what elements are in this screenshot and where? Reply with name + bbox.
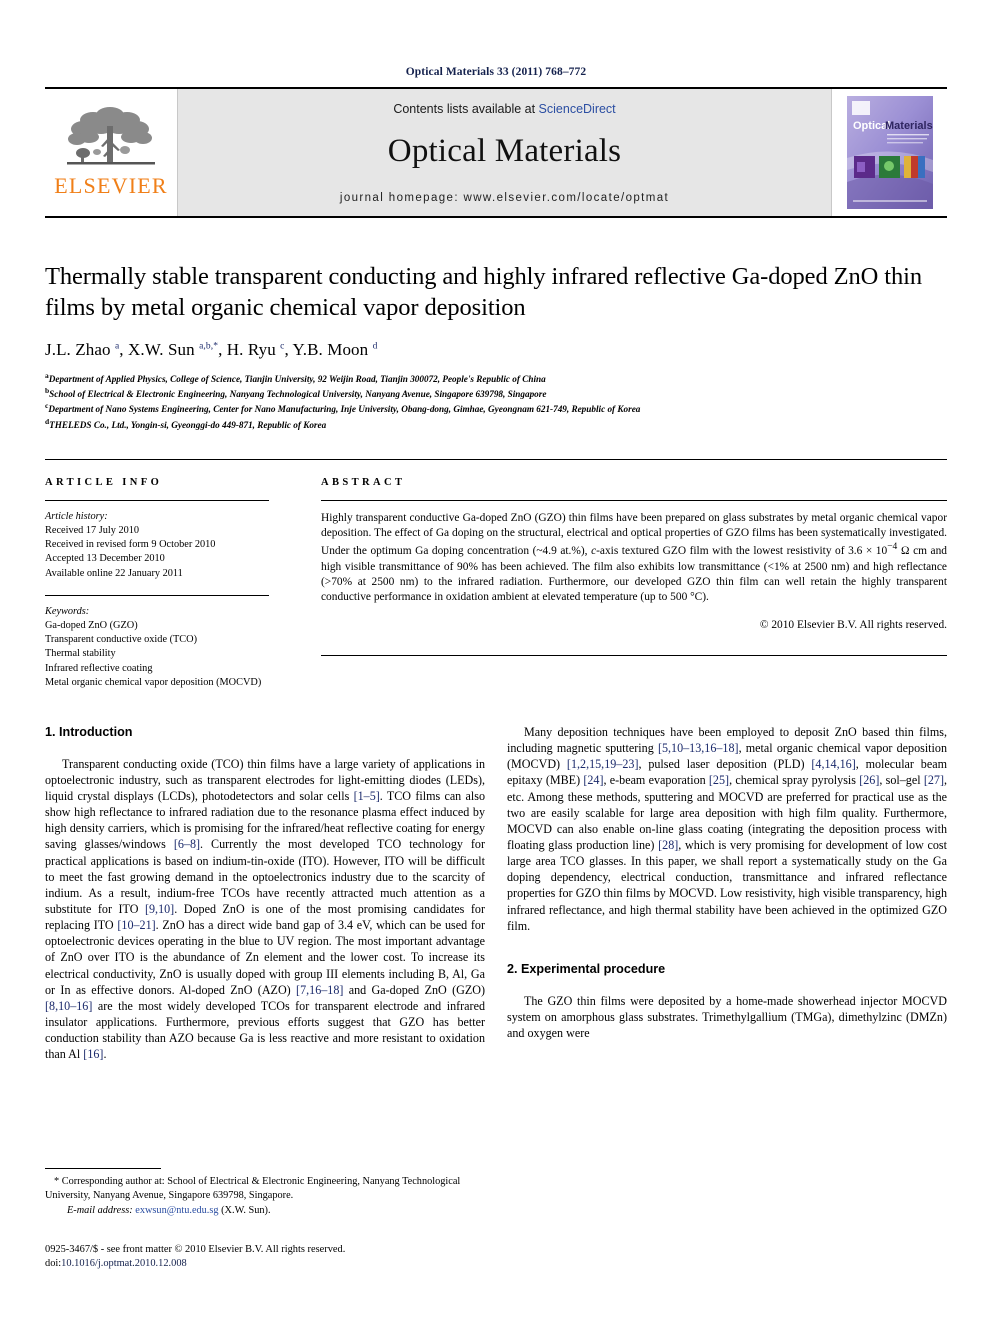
journal-title: Optical Materials [387,132,622,169]
corresponding-author-footnote: * Corresponding author at: School of Ele… [45,1168,485,1217]
affiliation-text: THELEDS Co., Ltd., Yongin-si, Gyeonggi-d… [49,419,327,430]
running-head: Optical Materials 33 (2011) 768–772 [405,66,587,78]
abstract-bottom-rule [321,655,947,657]
journal-homepage-link[interactable]: journal homepage: www.elsevier.com/locat… [340,192,669,204]
article-info-column: ARTICLE INFO Article history: Received 1… [45,460,294,690]
email-link[interactable]: exwsun@ntu.edu.sg [135,1205,218,1216]
keyword-item: Infrared reflective coating [45,662,153,674]
section-heading-introduction: 1. Introduction [45,724,133,739]
page-title: Thermally stable transparent conducting … [45,263,922,322]
article-info-heading: ARTICLE INFO [45,476,163,488]
article-info-rule [45,499,269,501]
info-abstract-region: ARTICLE INFO Article history: Received 1… [45,458,947,690]
contents-available-line: Contents lists available at ScienceDirec… [393,102,615,116]
doi-label: doi: [45,1258,62,1270]
affiliation-text: Department of Applied Physics, College o… [48,374,546,385]
corresponding-author-text: * Corresponding author at: School of Ele… [45,1176,461,1201]
email-label: E-mail address: [67,1204,133,1216]
masthead-center: Contents lists available at ScienceDirec… [178,89,831,216]
copyright-line: © 2010 Elsevier B.V. All rights reserved… [759,619,947,632]
keyword-item: Thermal stability [45,648,116,660]
affiliation-list: aDepartment of Applied Physics, College … [45,371,947,432]
issn-copyright-line: 0925-3467/$ - see front matter © 2010 El… [45,1244,346,1255]
history-item: Available online 22 January 2011 [45,567,183,579]
body-column-left: 1. Introduction Transparent conducting o… [45,724,485,1062]
journal-masthead: ELSEVIER Contents lists available at Sci… [45,87,947,218]
affiliation-item: dTHELEDS Co., Ltd., Yongin-si, Gyeonggi-… [45,417,947,432]
affiliation-item: cDepartment of Nano Systems Engineering,… [45,401,947,416]
keyword-item: Ga-doped ZnO (GZO) [45,619,138,631]
affiliation-item: bSchool of Electrical & Electronic Engin… [45,386,947,401]
svg-text:Materials: Materials [885,120,933,132]
keywords-block: Keywords: Ga-doped ZnO (GZO) Transparent… [45,605,269,690]
history-item: Received 17 July 2010 [45,524,140,536]
doi-line: doi:10.1016/j.optmat.2010.12.008 [45,1257,505,1271]
abstract-text: Highly transparent conductive Ga-doped Z… [321,511,947,604]
paragraph: The GZO thin films were deposited by a h… [507,993,947,1040]
imprint-block: 0925-3467/$ - see front matter © 2010 El… [45,1243,505,1271]
elsevier-logo: ELSEVIER [45,89,178,216]
journal-cover-thumbnail: Optical Materials [831,89,947,216]
abstract-heading: ABSTRACT [321,476,406,488]
abstract-rule [321,499,947,501]
email-line: E-mail address: exwsun@ntu.edu.sg (X.W. … [45,1204,485,1218]
elsevier-wordmark: ELSEVIER [54,173,168,198]
abstract-column: ABSTRACT Highly transparent conductive G… [294,460,947,690]
affiliation-text: Department of Nano Systems Engineering, … [48,404,641,415]
paragraph: Transparent conducting oxide (TCO) thin … [45,756,486,1062]
affiliation-text: School of Electrical & Electronic Engine… [49,389,547,400]
elsevier-tree-icon [67,107,155,165]
keywords-label: Keywords: [45,605,90,617]
journal-article-page: Optical Materials 33 (2011) 768–772 ELSE… [0,0,992,1323]
doi-link[interactable]: 10.1016/j.optmat.2010.12.008 [61,1258,187,1269]
affiliation-item: aDepartment of Applied Physics, College … [45,371,947,386]
paragraph: Many deposition techniques have been emp… [507,724,948,933]
keyword-item: Transparent conductive oxide (TCO) [45,634,198,646]
history-item: Accepted 13 December 2010 [45,553,165,565]
article-history-label: Article history: [45,510,108,522]
body-column-right: Many deposition techniques have been emp… [507,724,947,1062]
footnote-rule [45,1168,161,1169]
sciencedirect-link[interactable]: ScienceDirect [539,102,616,116]
section-heading-experimental: 2. Experimental procedure [507,961,666,976]
history-item: Received in revised form 9 October 2010 [45,539,216,551]
author-list: J.L. Zhao a, X.W. Sun a,b,*, H. Ryu c, Y… [45,340,378,360]
article-history-block: Article history: Received 17 July 2010 R… [45,510,269,581]
body-columns: 1. Introduction Transparent conducting o… [45,724,947,1062]
article-info-mid-rule [45,594,269,596]
contents-prefix: Contents lists available at [393,101,539,116]
cover-artwork-icon: Optical Materials [846,96,933,209]
email-owner: (X.W. Sun). [221,1204,271,1216]
keyword-item: Metal organic chemical vapor deposition … [45,676,262,688]
